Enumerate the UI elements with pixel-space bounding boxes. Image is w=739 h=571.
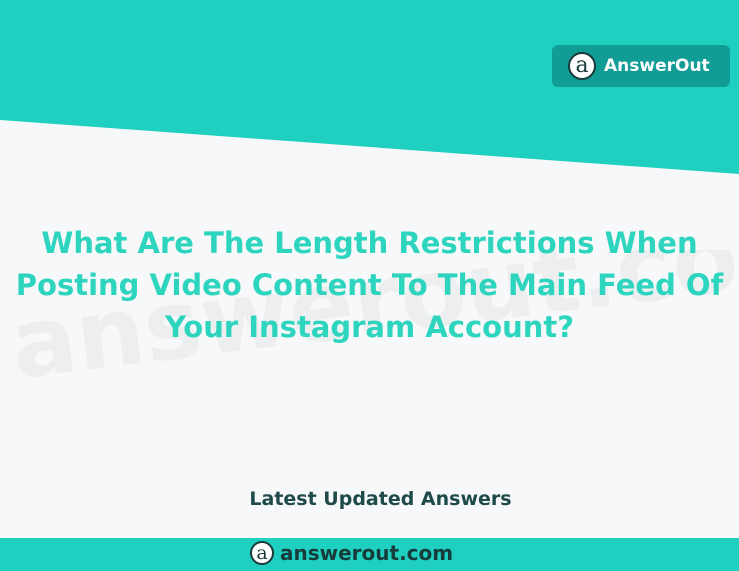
answerout-logo-icon: a xyxy=(250,541,274,565)
brand-name: AnswerOut xyxy=(604,56,710,76)
logo-glyph: a xyxy=(575,53,589,78)
teal-banner-shape xyxy=(0,0,739,174)
latest-answers-label: Latest Updated Answers xyxy=(249,488,512,510)
brand-badge[interactable]: a AnswerOut xyxy=(552,45,730,87)
footer-bar: a answerout.com xyxy=(0,538,739,571)
footer-link[interactable]: a answerout.com xyxy=(250,541,453,565)
question-title: What Are The Length Restrictions When Po… xyxy=(15,226,724,344)
answerout-logo-icon: a xyxy=(568,52,596,80)
footer-logo-glyph: a xyxy=(256,541,268,564)
footer-domain: answerout.com xyxy=(280,541,454,565)
